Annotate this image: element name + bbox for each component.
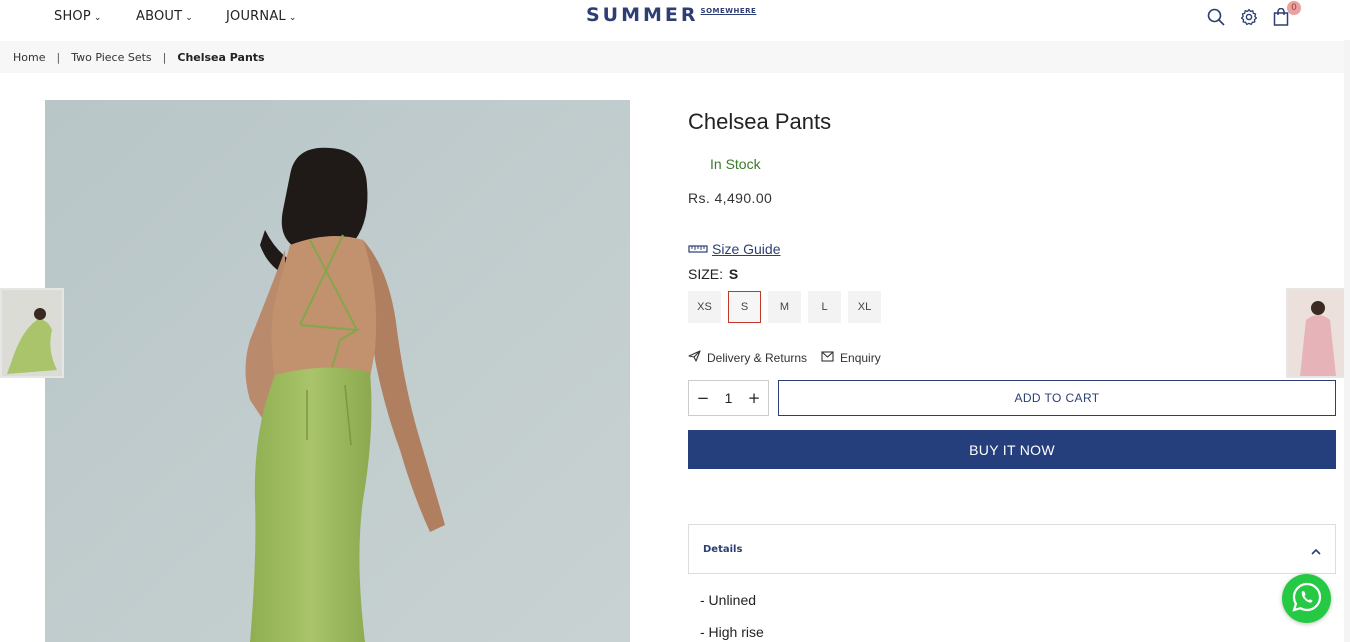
nav-about[interactable]: ABOUT ⌄ — [136, 9, 193, 24]
previous-product-thumbnail[interactable] — [0, 288, 64, 378]
size-option-m[interactable]: M — [768, 291, 801, 323]
nav-shop[interactable]: SHOP ⌄ — [54, 9, 102, 24]
size-options: XS S M L XL — [688, 291, 881, 323]
quantity-decrease-button[interactable]: − — [696, 389, 710, 407]
details-list: - Unlined - High rise — [700, 592, 764, 642]
size-option-s[interactable]: S — [728, 291, 761, 323]
buy-it-now-button[interactable]: BUY IT NOW — [688, 430, 1336, 469]
stock-status: In Stock — [710, 156, 761, 172]
cart-count-badge: 0 — [1287, 1, 1301, 15]
size-label: SIZE: S — [688, 266, 738, 282]
quantity-increase-button[interactable]: + — [747, 389, 761, 407]
site-logo[interactable]: SUMMER SOMEWHERE — [586, 4, 756, 26]
breadcrumb-home[interactable]: Home — [13, 51, 45, 64]
breadcrumb-current: Chelsea Pants — [177, 50, 265, 64]
envelope-icon — [821, 350, 834, 365]
details-item: - High rise — [700, 624, 764, 640]
product-main-image[interactable] — [45, 100, 630, 642]
breadcrumb-separator: | — [162, 50, 167, 64]
ruler-icon — [688, 241, 708, 257]
size-option-l[interactable]: L — [808, 291, 841, 323]
chevron-up-icon — [1311, 540, 1321, 559]
size-label-text: SIZE: — [688, 266, 724, 282]
gear-icon[interactable] — [1239, 7, 1259, 27]
details-label: Details — [703, 543, 743, 555]
site-header: SHOP ⌄ ABOUT ⌄ JOURNAL ⌄ SUMMER SOMEWHER… — [0, 0, 1350, 40]
logo-sub-text: SOMEWHERE — [700, 7, 757, 15]
delivery-returns-link[interactable]: Delivery & Returns — [688, 350, 807, 365]
quantity-value[interactable]: 1 — [725, 390, 733, 406]
chevron-down-icon: ⌄ — [93, 12, 102, 23]
nav-journal-label: JOURNAL — [226, 9, 286, 24]
enquiry-link[interactable]: Enquiry — [821, 351, 881, 365]
logo-main-text: SUMMER — [586, 4, 699, 26]
nav-shop-label: SHOP — [54, 9, 91, 24]
breadcrumb: Home | Two Piece Sets | Chelsea Pants — [0, 41, 1350, 73]
nav-about-label: ABOUT — [136, 9, 183, 24]
whatsapp-icon — [1290, 580, 1324, 618]
add-to-cart-button[interactable]: ADD TO CART — [778, 380, 1336, 416]
info-links: Delivery & Returns Enquiry — [688, 350, 881, 365]
details-item: - Unlined — [700, 592, 757, 608]
selected-size-text: S — [728, 266, 739, 282]
breadcrumb-separator: | — [56, 50, 61, 64]
size-option-xs[interactable]: XS — [688, 291, 721, 323]
breadcrumb-two-piece-sets[interactable]: Two Piece Sets — [71, 51, 151, 64]
chevron-down-icon: ⌄ — [288, 12, 297, 23]
enquiry-label: Enquiry — [840, 350, 881, 365]
product-title: Chelsea Pants — [688, 109, 832, 134]
page-scrollbar[interactable] — [1344, 40, 1350, 642]
delivery-returns-label: Delivery & Returns — [707, 350, 808, 365]
chevron-down-icon: ⌄ — [185, 12, 194, 23]
paper-plane-icon — [688, 350, 701, 365]
whatsapp-chat-button[interactable] — [1282, 574, 1331, 623]
quantity-stepper: − 1 + — [688, 380, 769, 416]
product-price: Rs. 4,490.00 — [688, 190, 773, 206]
details-accordion-header[interactable]: Details — [688, 524, 1336, 574]
size-guide-link[interactable]: Size Guide — [688, 241, 780, 257]
size-guide-label: Size Guide — [712, 241, 781, 257]
search-icon[interactable] — [1206, 7, 1226, 27]
next-product-thumbnail[interactable] — [1286, 288, 1350, 378]
nav-journal[interactable]: JOURNAL ⌄ — [226, 9, 297, 24]
size-option-xl[interactable]: XL — [848, 291, 881, 323]
